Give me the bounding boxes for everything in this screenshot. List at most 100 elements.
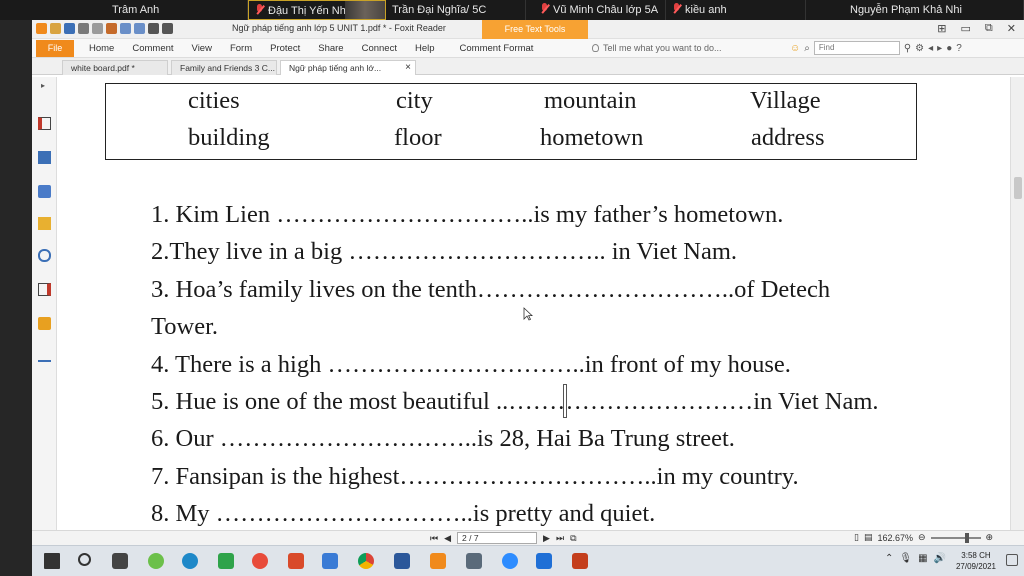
text-box-caret[interactable]	[563, 384, 567, 418]
tab-share[interactable]: Share	[309, 39, 352, 58]
notification-icon[interactable]	[1006, 554, 1018, 566]
edge-icon[interactable]	[182, 553, 198, 569]
zoom-icon[interactable]	[502, 553, 518, 569]
tab-form[interactable]: Form	[221, 39, 261, 58]
search-icon[interactable]	[78, 553, 91, 566]
zoom-in-icon[interactable]: ⊕	[986, 532, 994, 543]
tab-connect[interactable]: Connect	[353, 39, 406, 58]
file-tab[interactable]: File	[36, 40, 74, 57]
ribbon-right-tools: ☺ ⌕ Find ⚲ ⚙ ◂ ▸ ● ?	[790, 41, 962, 55]
bookmark-panel-icon[interactable]	[38, 117, 51, 130]
foxit-icon[interactable]	[430, 553, 446, 569]
tools-panel-icon[interactable]	[38, 349, 51, 362]
app-icon[interactable]	[322, 553, 338, 569]
doc-tab[interactable]: Family and Friends 3 C...	[171, 60, 277, 75]
layers-panel-icon[interactable]	[38, 185, 51, 198]
doc-tab-active[interactable]: Ngữ pháp tiếng anh lớ... ×	[280, 60, 416, 75]
screen: Trâm Anh Đậu Thị Yến Nhi Trần Đại Nghĩa/…	[0, 0, 1024, 576]
participant-tile[interactable]: Đậu Thị Yến Nhi	[248, 0, 386, 20]
ribbon-options-icon[interactable]: ⊞	[937, 22, 946, 35]
comments-panel-icon[interactable]	[38, 217, 51, 230]
attachment-icon[interactable]	[38, 249, 51, 262]
participant-tile[interactable]: Vũ Minh Châu lớp 5A	[526, 0, 666, 20]
help-icon[interactable]: ?	[956, 43, 962, 54]
zoom-value[interactable]: 162.67%	[877, 533, 913, 543]
word-item: floor	[394, 124, 442, 151]
network-icon[interactable]: ▦	[918, 553, 927, 564]
participant-tile[interactable]: kiều anh	[666, 0, 806, 20]
tab-protect[interactable]: Protect	[261, 39, 309, 58]
new-icon[interactable]	[92, 23, 103, 34]
exercise-line: 7. Fansipan is the highest…………………………..in…	[151, 463, 799, 490]
undo-icon[interactable]	[120, 23, 131, 34]
search-icon[interactable]: ⚲	[904, 43, 911, 54]
app-icon[interactable]	[218, 553, 234, 569]
signature-panel-icon[interactable]	[38, 283, 51, 296]
zoom-slider[interactable]	[930, 532, 981, 543]
microphone-icon[interactable]: 🎙	[899, 553, 912, 564]
tell-me-box[interactable]: Tell me what you want to do...	[592, 39, 722, 58]
prev-page-icon[interactable]: ◀	[444, 533, 451, 544]
close-icon[interactable]: ✕	[1007, 22, 1016, 35]
pages-panel-icon[interactable]	[38, 151, 51, 164]
participant-tile[interactable]: Nguyễn Phạm Khả Nhi	[806, 0, 1024, 20]
find-input[interactable]: Find	[813, 41, 900, 55]
last-page-icon[interactable]: ⏭	[556, 533, 564, 544]
back-icon[interactable]: ◂	[928, 43, 933, 54]
word-icon[interactable]	[394, 553, 410, 569]
page-view-icon[interactable]: ⧉	[570, 533, 576, 544]
continuous-page-icon[interactable]: ▤	[864, 532, 873, 543]
tab-view[interactable]: View	[183, 39, 221, 58]
mic-muted-icon	[540, 3, 549, 14]
next-page-icon[interactable]: ▶	[543, 533, 550, 544]
page-number-input[interactable]: 2 / 7	[457, 532, 538, 544]
single-page-icon[interactable]: ▯	[854, 532, 859, 543]
app-icon[interactable]	[288, 553, 304, 569]
chevron-up-icon[interactable]: ⌃	[885, 553, 893, 564]
close-tab-icon[interactable]: ×	[405, 61, 411, 75]
zoom-out-icon[interactable]: ⊖	[918, 532, 926, 543]
restore-icon[interactable]: ⧉	[985, 22, 993, 35]
gear-icon[interactable]: ⚙	[915, 43, 924, 54]
vertical-scrollbar[interactable]	[1010, 77, 1024, 530]
participant-name: Trần Đại Nghĩa/ 5C	[392, 4, 487, 16]
clipboard-icon[interactable]	[106, 23, 117, 34]
hand-tool-icon[interactable]	[148, 23, 159, 34]
participant-tile[interactable]: Trâm Anh	[0, 0, 248, 20]
select-text-icon[interactable]	[162, 23, 173, 34]
account-icon[interactable]: ●	[946, 43, 952, 54]
app-icon[interactable]	[536, 553, 552, 569]
app-icon[interactable]	[466, 553, 482, 569]
word-item: mountain	[544, 87, 637, 114]
tab-comment[interactable]: Comment	[123, 39, 182, 58]
windows-start-icon[interactable]	[44, 553, 60, 569]
minimize-icon[interactable]: ▭	[961, 22, 971, 35]
app-icon[interactable]	[148, 553, 164, 569]
forward-icon[interactable]: ▸	[937, 43, 942, 54]
free-text-tools-tab[interactable]: Free Text Tools	[482, 20, 588, 39]
print-icon[interactable]	[78, 23, 89, 34]
collapse-panel-icon[interactable]: ▸	[41, 81, 45, 90]
save-icon[interactable]	[64, 23, 75, 34]
pdf-page[interactable]: cities city mountain Village building fl…	[57, 77, 1010, 530]
lock-icon[interactable]	[38, 317, 51, 330]
search-options-icon[interactable]: ⌕	[804, 43, 810, 54]
tab-comment-format[interactable]: Comment Format	[444, 39, 543, 58]
open-icon[interactable]	[50, 23, 61, 34]
doc-tab[interactable]: white board.pdf *	[62, 60, 168, 75]
scrollbar-thumb[interactable]	[1014, 177, 1022, 199]
powerpoint-icon[interactable]	[572, 553, 588, 569]
app-icon[interactable]	[252, 553, 268, 569]
store-icon[interactable]	[112, 553, 128, 569]
volume-icon[interactable]: 🔊	[934, 553, 946, 564]
tab-home[interactable]: Home	[80, 39, 123, 58]
first-page-icon[interactable]: ⏮	[430, 533, 438, 544]
zoom-controls: ▯ ▤ 162.67% ⊖ ⊕	[854, 532, 993, 543]
clock[interactable]: 3:58 CH 27/09/2021	[956, 550, 996, 572]
redo-icon[interactable]	[134, 23, 145, 34]
chrome-icon[interactable]	[358, 553, 374, 569]
tab-help[interactable]: Help	[406, 39, 444, 58]
zoom-slider-knob[interactable]	[964, 532, 969, 543]
smiley-icon[interactable]: ☺	[790, 43, 800, 54]
participant-tile[interactable]: Trần Đại Nghĩa/ 5C	[386, 0, 526, 20]
